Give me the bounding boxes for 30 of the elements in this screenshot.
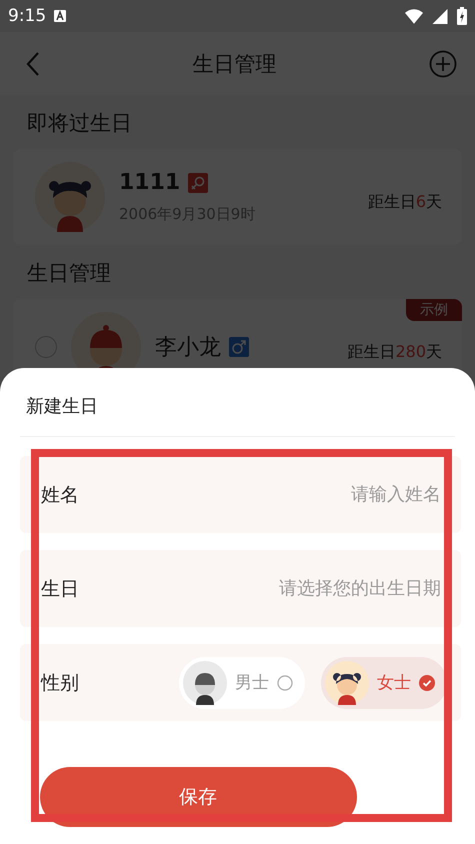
- field-label: 性别: [41, 670, 79, 696]
- male-icon: [229, 337, 249, 357]
- sample-tag: 示例: [406, 299, 462, 321]
- countdown: 距生日 280天: [347, 340, 442, 362]
- wifi-icon: [405, 8, 423, 24]
- field-label: 姓名: [41, 482, 79, 508]
- sheet-title: 新建生日: [25, 395, 99, 419]
- field-label: 生日: [41, 576, 79, 602]
- add-icon[interactable]: [429, 50, 457, 78]
- name-field[interactable]: 请输入姓名: [79, 483, 443, 506]
- avatar: [325, 660, 369, 704]
- section-title: 生日管理: [26, 260, 112, 287]
- radio-icon: [277, 674, 293, 690]
- avatar: [183, 660, 227, 704]
- person-name: 1111: [119, 170, 180, 195]
- section-title: 即将过生日: [26, 110, 133, 137]
- back-icon[interactable]: [26, 50, 40, 76]
- avatar: [35, 162, 105, 232]
- check-icon: [419, 674, 435, 690]
- gender-option[interactable]: 女士: [321, 656, 447, 708]
- notification-icon: [54, 10, 66, 22]
- person-name: 李小龙: [155, 334, 221, 362]
- countdown: 距生日 6天: [368, 190, 442, 212]
- battery-icon: [457, 7, 467, 25]
- signal-icon: [431, 8, 449, 24]
- female-icon: [188, 172, 208, 192]
- gender-option[interactable]: 男士: [179, 656, 305, 708]
- status-time: 9:15: [8, 6, 46, 26]
- page-title: 生日管理: [192, 50, 278, 78]
- date-field[interactable]: 请选择您的出生日期: [79, 577, 443, 600]
